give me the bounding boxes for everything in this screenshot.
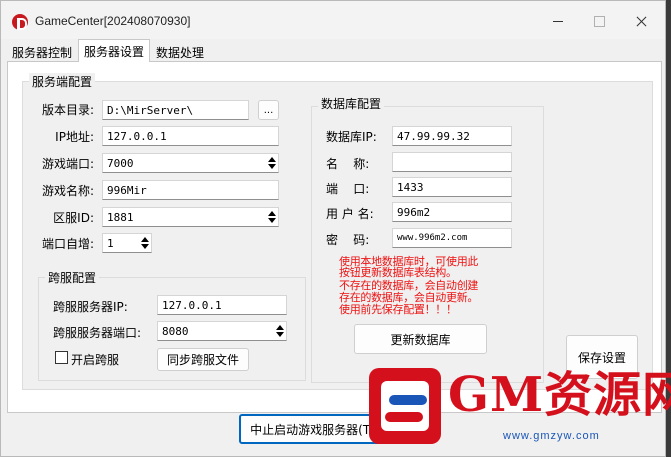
tab-data-processing[interactable]: 数据处理	[151, 41, 210, 61]
tab-server-settings[interactable]: 服务器设置	[78, 39, 151, 62]
stop-game-server-button[interactable]: 中止启动游戏服务器(T)	[239, 414, 386, 444]
zone-id-label: 区服ID:	[53, 211, 94, 225]
tab-page-server-settings: 服务端配置 版本目录: D:\MirServer\ ... IP地址: 127.…	[7, 61, 662, 413]
cross-server-ip-label: 跨服服务器IP:	[53, 300, 128, 314]
enable-cross-server-label: 开启跨服	[71, 353, 120, 367]
minimize-button[interactable]	[538, 9, 578, 33]
watermark-text: GM资源网	[448, 367, 671, 423]
db-port-label: 端 口:	[326, 182, 370, 196]
game-port-value: 7000	[107, 157, 134, 170]
database-config-title: 数据库配置	[318, 95, 385, 112]
title-bar: GameCenter[202408070930]	[1, 1, 665, 39]
db-note-line: 按钮更新数据库表结构。	[339, 266, 457, 279]
zone-id-stepper[interactable]: 1881	[102, 207, 279, 227]
cross-server-ip-input[interactable]: 127.0.0.1	[157, 295, 287, 315]
db-note-line: 使用前先保存配置！！！	[339, 303, 457, 316]
server-config-title: 服务端配置	[29, 73, 96, 90]
game-name-label: 游戏名称:	[41, 184, 94, 198]
db-port-input[interactable]: 1433	[392, 177, 512, 197]
sync-cross-server-button[interactable]: 同步跨服文件	[157, 348, 249, 371]
db-password-input[interactable]: www.996m2.com	[392, 228, 512, 248]
port-increment-stepper[interactable]: 1	[102, 233, 152, 253]
ip-input[interactable]: 127.0.0.1	[102, 126, 279, 146]
cross-server-port-stepper[interactable]: 8080	[157, 321, 287, 341]
game-name-input[interactable]: 996Mir	[102, 180, 279, 200]
window-title: GameCenter[202408070930]	[35, 14, 191, 28]
tab-server-control[interactable]: 服务器控制	[7, 41, 78, 61]
db-note-line: 存在的数据库，会自动更新。	[339, 291, 479, 304]
db-ip-input[interactable]: 47.99.99.32	[392, 126, 512, 146]
db-name-label: 名 称:	[326, 157, 370, 171]
app-logo-icon	[12, 14, 28, 30]
version-dir-label: 版本目录:	[41, 103, 94, 117]
update-database-button[interactable]: 更新数据库	[354, 324, 487, 354]
cross-server-port-label: 跨服服务器端口:	[53, 326, 142, 340]
port-increment-label: 端口自增:	[41, 237, 94, 251]
version-dir-input[interactable]: D:\MirServer\	[102, 100, 249, 120]
enable-cross-server-checkbox[interactable]	[55, 351, 68, 364]
spin-arrows-icon[interactable]	[275, 325, 284, 338]
game-port-label: 游戏端口:	[41, 157, 94, 171]
cross-server-title: 跨服配置	[45, 269, 100, 286]
db-username-input[interactable]: 996m2	[392, 202, 512, 222]
spin-arrows-icon[interactable]	[267, 211, 276, 224]
db-name-input[interactable]	[392, 152, 512, 172]
cross-server-port-value: 8080	[162, 325, 189, 338]
db-username-label: 用 户 名:	[326, 207, 374, 221]
game-port-stepper[interactable]: 7000	[102, 153, 279, 173]
watermark-logo-icon	[369, 368, 441, 444]
spin-arrows-icon[interactable]	[267, 157, 276, 170]
watermark-url: www.gmzyw.com	[503, 430, 600, 442]
spin-arrows-icon[interactable]	[140, 237, 149, 250]
db-ip-label: 数据库IP:	[326, 130, 377, 144]
ip-label: IP地址:	[55, 130, 94, 144]
db-note-line: 不存在的数据库，会自动创建	[339, 279, 479, 292]
db-password-label: 密 码:	[326, 233, 370, 247]
close-button[interactable]	[622, 9, 662, 33]
port-increment-value: 1	[107, 237, 114, 250]
browse-button[interactable]: ...	[258, 100, 279, 120]
maximize-button[interactable]	[580, 9, 620, 33]
zone-id-value: 1881	[107, 211, 134, 224]
